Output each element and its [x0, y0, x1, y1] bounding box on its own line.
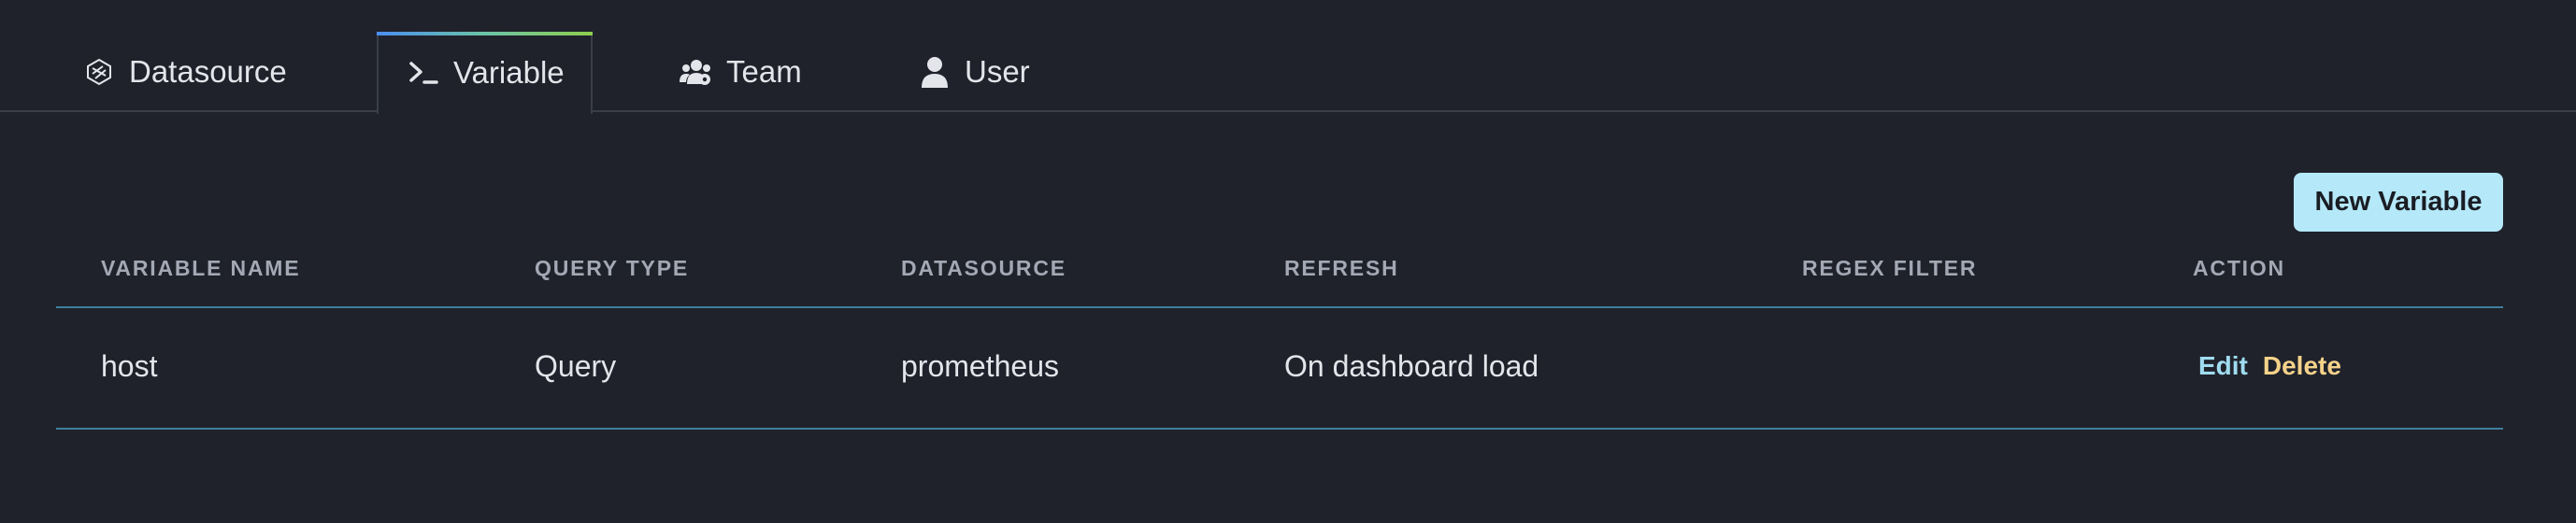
query-type-cell: Query	[535, 349, 617, 383]
delete-link[interactable]: Delete	[2263, 351, 2341, 381]
new-variable-button[interactable]: New Variable	[2294, 173, 2503, 232]
datasource-cell: prometheus	[901, 349, 1059, 383]
actions-cell: Edit Delete	[2198, 351, 2341, 381]
tab-label: Variable	[453, 55, 565, 90]
tab-datasource[interactable]: Datasource	[82, 32, 287, 112]
table-row[interactable]: host Query prometheus On dashboard load …	[56, 308, 2503, 430]
column-header-regex-filter[interactable]: Regex Filter	[1802, 256, 1977, 281]
tab-label: Team	[726, 54, 802, 89]
terminal-icon	[407, 56, 440, 90]
datasource-icon	[82, 55, 116, 89]
table-header: Variable Name Query Type Datasource Refr…	[56, 243, 2503, 308]
tab-label: Datasource	[129, 54, 287, 89]
user-icon	[918, 55, 952, 89]
tab-label: User	[965, 54, 1030, 89]
variables-table: Variable Name Query Type Datasource Refr…	[56, 243, 2503, 430]
column-header-datasource[interactable]: Datasource	[901, 256, 1066, 281]
edit-link[interactable]: Edit	[2198, 351, 2248, 381]
team-icon	[680, 55, 713, 89]
column-header-refresh[interactable]: Refresh	[1284, 256, 1399, 281]
variable-name-cell[interactable]: host	[101, 349, 157, 384]
column-header-variable-name[interactable]: Variable Name	[101, 256, 300, 281]
tab-team[interactable]: Team	[680, 32, 802, 112]
tab-bar: Datasource Variable Team User	[0, 0, 2576, 114]
tab-user[interactable]: User	[918, 32, 1030, 112]
column-header-action: Action	[2193, 256, 2285, 280]
column-header-query-type[interactable]: Query Type	[535, 256, 689, 281]
refresh-cell: On dashboard load	[1284, 349, 1539, 383]
tab-variable[interactable]: Variable	[377, 32, 593, 114]
